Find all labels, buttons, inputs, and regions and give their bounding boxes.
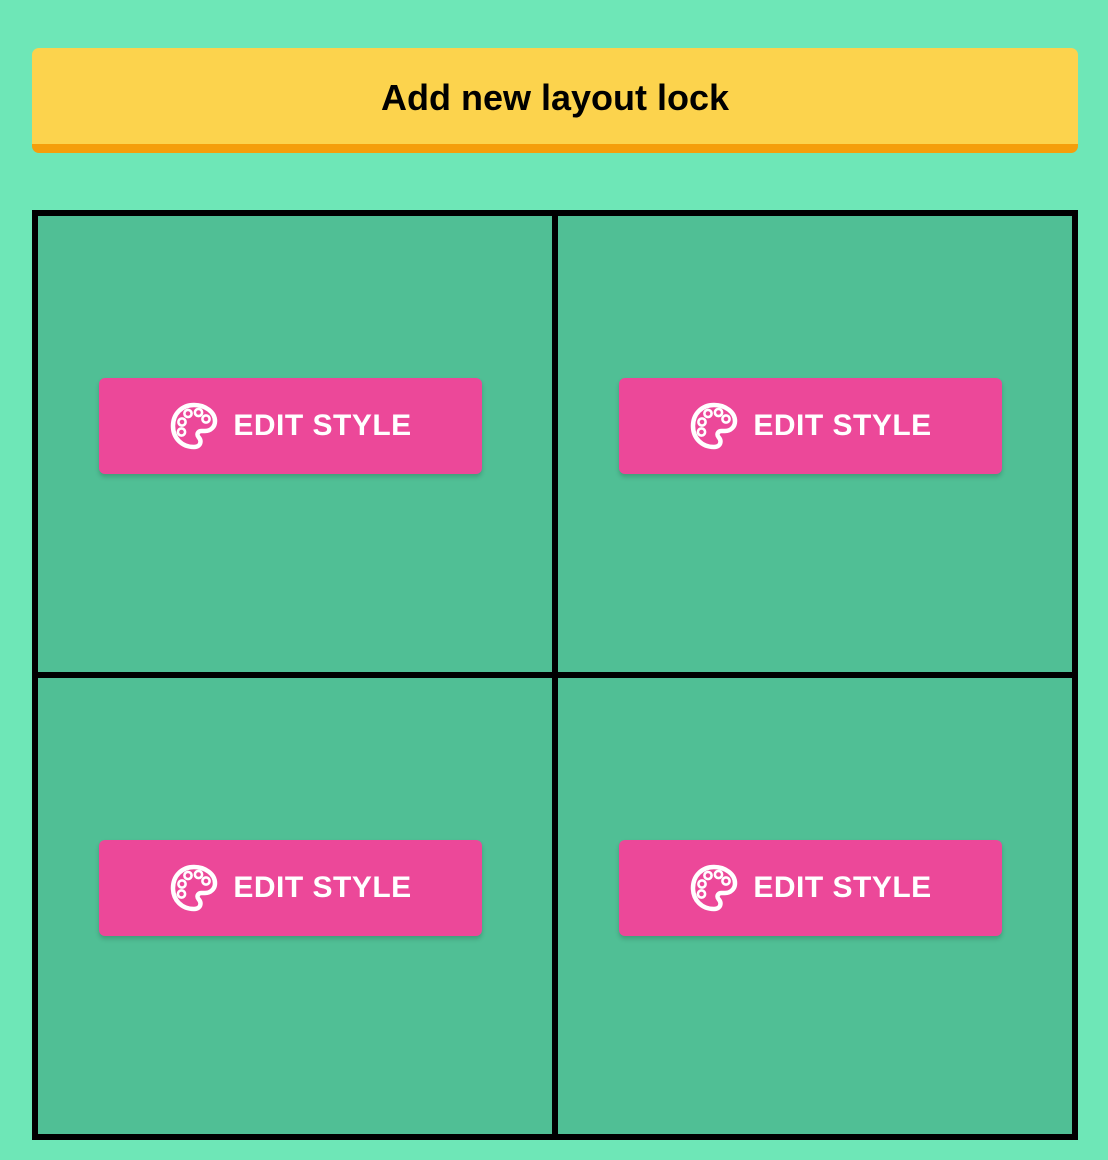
add-layout-lock-button[interactable]: Add new layout lock	[32, 48, 1078, 153]
layout-cell: EDIT STYLE	[38, 678, 552, 1134]
layout-cell: EDIT STYLE	[38, 216, 552, 672]
edit-style-label: EDIT STYLE	[753, 871, 932, 904]
palette-icon	[169, 863, 219, 913]
palette-icon	[689, 401, 739, 451]
palette-icon	[689, 863, 739, 913]
edit-style-button[interactable]: EDIT STYLE	[99, 378, 482, 474]
edit-style-button[interactable]: EDIT STYLE	[99, 840, 482, 936]
layout-grid: EDIT STYLE EDIT STYLE EDIT STYLE EDIT ST…	[32, 210, 1078, 1140]
edit-style-button[interactable]: EDIT STYLE	[619, 378, 1002, 474]
palette-icon	[169, 401, 219, 451]
layout-cell: EDIT STYLE	[558, 678, 1072, 1134]
edit-style-label: EDIT STYLE	[233, 409, 412, 442]
edit-style-label: EDIT STYLE	[233, 871, 412, 904]
layout-cell: EDIT STYLE	[558, 216, 1072, 672]
edit-style-label: EDIT STYLE	[753, 409, 932, 442]
edit-style-button[interactable]: EDIT STYLE	[619, 840, 1002, 936]
